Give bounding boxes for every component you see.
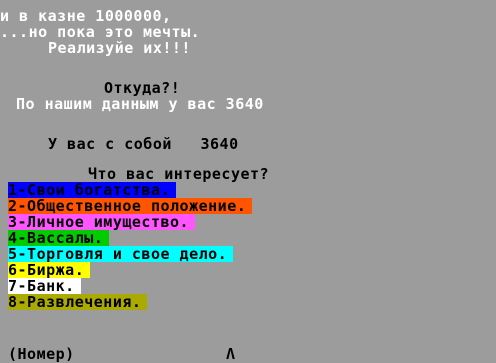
menu-item-2[interactable]: 2-Общественное положение. [8,198,253,214]
intro-line-1: и в казне 1000000, [0,7,172,25]
intro-line-3: Реализуйе их!!! [48,39,191,57]
number-input-label: (Номер) [8,345,75,363]
menu-item-5[interactable]: 5-Торговля и свое дело. [8,246,234,262]
money-with-you: У вас с собой 3640 [48,135,239,153]
game-screen: и в казне 1000000, ...но пока это мечты.… [0,0,496,362]
menu-item-6[interactable]: 6-Биржа. [8,262,91,278]
input-cursor[interactable]: Λ [226,346,236,362]
menu-prompt: Что вас интересует? [88,165,270,183]
intro-line-2: ...но пока это мечты. [0,23,201,41]
menu-item-4[interactable]: 4-Вассалы. [8,230,110,246]
menu-item-7[interactable]: 7-Банк. [8,278,81,294]
where-heading: Откуда?! [104,79,181,97]
menu-item-8[interactable]: 8-Развлечения. [8,294,148,310]
menu-item-1[interactable]: 1-Свои богатства. [8,182,177,198]
wealth-data-line: По нашим данным у вас 3640 [16,95,264,113]
menu-item-3[interactable]: 3-Личное имущество. [8,214,196,230]
